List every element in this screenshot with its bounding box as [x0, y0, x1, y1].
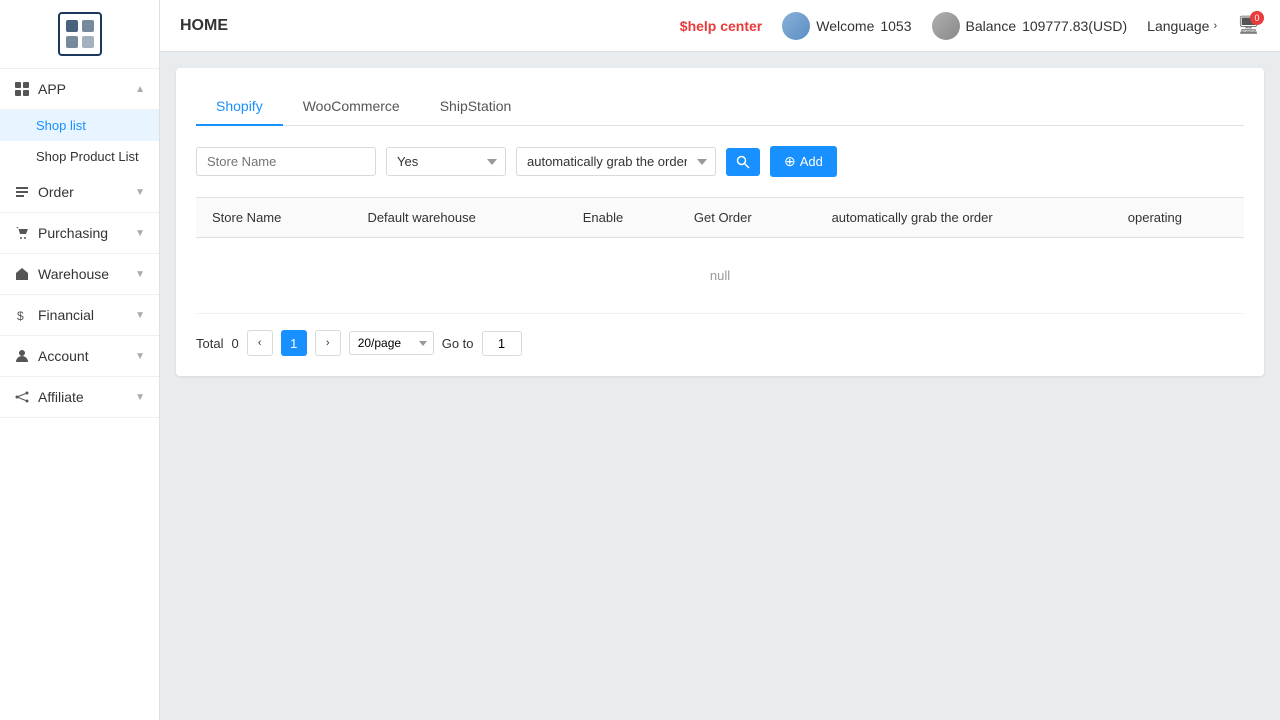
logo-container	[0, 0, 159, 69]
sidebar-item-shop-product-list[interactable]: Shop Product List	[0, 141, 159, 172]
prev-page-button[interactable]: ‹	[247, 330, 273, 356]
balance-value: 109777.83(USD)	[1022, 18, 1127, 34]
notification-badge: 0	[1250, 11, 1264, 25]
sidebar-item-purchasing[interactable]: Purchasing ▼	[0, 213, 159, 254]
tab-woocommerce[interactable]: WooCommerce	[283, 88, 420, 126]
order-chevron: ▼	[135, 187, 145, 198]
col-get-order: Get Order	[678, 198, 816, 238]
sidebar-affiliate-label: Affiliate	[38, 389, 84, 405]
language-button[interactable]: Language ›	[1147, 18, 1217, 34]
goto-input[interactable]	[482, 331, 522, 356]
notification-button[interactable]: 🖥 0	[1237, 15, 1260, 36]
svg-text:$: $	[17, 309, 24, 322]
sidebar-item-financial[interactable]: $ Financial ▼	[0, 295, 159, 336]
user-id: 1053	[880, 18, 911, 34]
sidebar-account-label: Account	[38, 348, 89, 364]
financial-icon: $	[14, 307, 30, 323]
sidebar: APP ▲ Shop list Shop Product List Order …	[0, 0, 160, 720]
app-icon	[14, 81, 30, 97]
sidebar-item-account[interactable]: Account ▼	[0, 336, 159, 377]
col-default-warehouse: Default warehouse	[351, 198, 566, 238]
main-card: Shopify WooCommerce ShipStation Yes No a…	[176, 68, 1264, 376]
null-cell: null	[196, 238, 1244, 314]
filter-row: Yes No automatically grab the order ⊕ Ad…	[196, 146, 1244, 177]
sidebar-financial-label: Financial	[38, 307, 94, 323]
order-icon	[14, 184, 30, 200]
table-empty-row: null	[196, 238, 1244, 314]
page-size-select[interactable]: 20/page 10/page 50/page 100/page	[349, 331, 434, 355]
purchasing-chevron: ▼	[135, 228, 145, 239]
header: HOME $help center Welcome 1053 Balance 1…	[160, 0, 1280, 52]
data-table: Store Name Default warehouse Enable Get …	[196, 197, 1244, 314]
shop-product-list-label: Shop Product List	[36, 149, 139, 164]
col-auto-grab: automatically grab the order	[816, 198, 1112, 238]
add-label: Add	[800, 154, 823, 169]
language-chevron: ›	[1213, 20, 1217, 32]
balance-avatar	[932, 12, 960, 40]
shop-list-label: Shop list	[36, 118, 86, 133]
sidebar-item-affiliate[interactable]: Affiliate ▼	[0, 377, 159, 418]
warehouse-chevron: ▼	[135, 269, 145, 280]
sidebar-item-order[interactable]: Order ▼	[0, 172, 159, 213]
sidebar-order-label: Order	[38, 184, 74, 200]
col-store-name: Store Name	[196, 198, 351, 238]
account-chevron: ▼	[135, 351, 145, 362]
main-area: HOME $help center Welcome 1053 Balance 1…	[160, 0, 1280, 720]
welcome-label: Welcome	[816, 18, 874, 34]
auto-grab-select[interactable]: automatically grab the order	[516, 147, 716, 176]
sidebar-item-app[interactable]: APP ▲	[0, 69, 159, 110]
account-icon	[14, 348, 30, 364]
sidebar-item-shop-list[interactable]: Shop list	[0, 110, 159, 141]
current-page: 1	[281, 330, 307, 356]
financial-chevron: ▼	[135, 310, 145, 321]
store-name-input[interactable]	[196, 147, 376, 176]
affiliate-icon	[14, 389, 30, 405]
sidebar-warehouse-label: Warehouse	[38, 266, 109, 282]
warehouse-icon	[14, 266, 30, 282]
logo-icon	[64, 18, 96, 50]
tab-shipstation[interactable]: ShipStation	[420, 88, 532, 126]
tab-bar: Shopify WooCommerce ShipStation	[196, 88, 1244, 126]
enable-select[interactable]: Yes No	[386, 147, 506, 176]
total-label: Total	[196, 336, 223, 351]
add-icon: ⊕	[784, 153, 796, 170]
app-chevron: ▲	[135, 84, 145, 95]
col-operating: operating	[1112, 198, 1244, 238]
tab-shopify[interactable]: Shopify	[196, 88, 283, 126]
page-title: HOME	[180, 17, 228, 35]
next-page-button[interactable]: ›	[315, 330, 341, 356]
pagination: Total 0 ‹ 1 › 20/page 10/page 50/page 10…	[196, 330, 1244, 356]
col-enable: Enable	[567, 198, 678, 238]
content-area: Shopify WooCommerce ShipStation Yes No a…	[160, 52, 1280, 720]
purchasing-icon	[14, 225, 30, 241]
help-center-link[interactable]: $help center	[680, 18, 762, 34]
add-button[interactable]: ⊕ Add	[770, 146, 837, 177]
search-icon	[736, 155, 750, 169]
search-button[interactable]	[726, 148, 760, 176]
user-avatar	[782, 12, 810, 40]
affiliate-chevron: ▼	[135, 392, 145, 403]
balance-info: Balance 109777.83(USD)	[932, 12, 1128, 40]
user-info: Welcome 1053	[782, 12, 911, 40]
logo	[58, 12, 102, 56]
goto-label: Go to	[442, 336, 474, 351]
sidebar-purchasing-label: Purchasing	[38, 225, 108, 241]
sidebar-item-warehouse[interactable]: Warehouse ▼	[0, 254, 159, 295]
language-label: Language	[1147, 18, 1209, 34]
total-count: 0	[231, 336, 238, 351]
balance-label: Balance	[966, 18, 1017, 34]
sidebar-app-label: APP	[38, 81, 66, 97]
